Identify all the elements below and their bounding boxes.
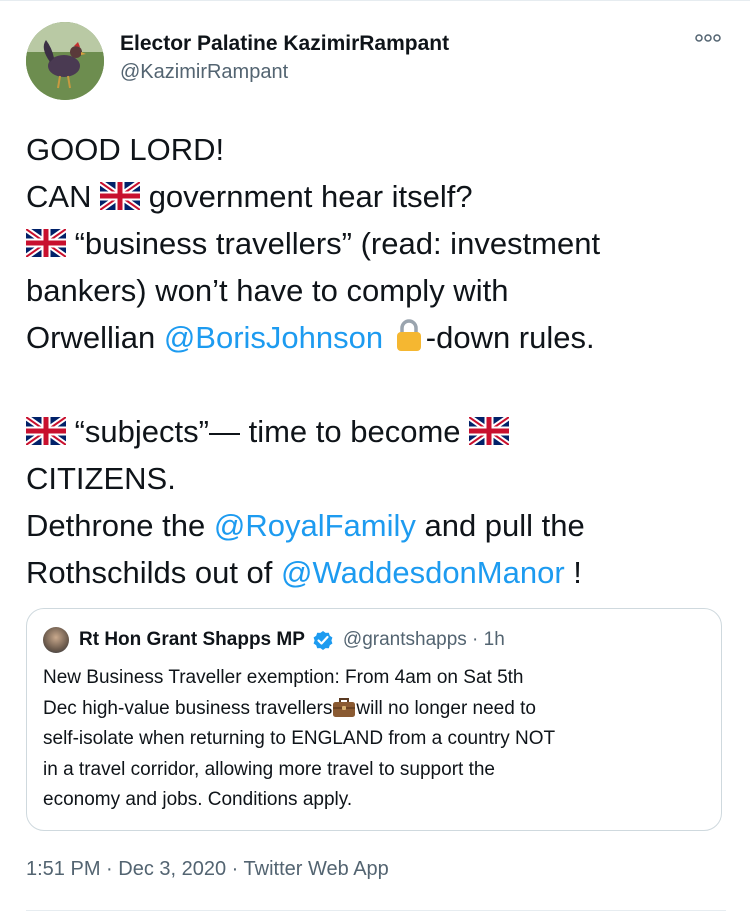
more-options-button[interactable]	[690, 26, 726, 50]
tweet-line: CITIZENS.	[26, 455, 726, 502]
tweet-text-segment: Rothschilds out of	[26, 555, 282, 590]
quoted-author-name: Rt Hon Grant Shapps MP	[79, 629, 305, 650]
tweet-line: Dethrone the @RoyalFamily and pull the	[26, 502, 726, 549]
tweet-text-segment: GOOD LORD!	[26, 132, 225, 167]
tweet-text-segment: -down rules.	[425, 320, 595, 355]
lock-icon	[396, 319, 421, 351]
tweet-line: GOOD LORD!	[26, 126, 726, 173]
tweet-text-segment: “subjects”— time to become	[66, 414, 470, 449]
tweet-date[interactable]: Dec 3, 2020	[118, 858, 226, 880]
tweet-source[interactable]: Twitter Web App	[244, 858, 389, 880]
tweet-text-segment: CAN	[26, 179, 101, 214]
tweet-line: bankers) won’t have to comply with	[26, 267, 726, 314]
author-name[interactable]: Elector Palatine KazimirRampant	[120, 30, 449, 58]
uk-flag-icon	[100, 182, 140, 210]
tweet-line: CAN government hear itself?	[26, 173, 726, 220]
tweet-text-segment: Dethrone the	[26, 508, 214, 543]
tweet-line: “subjects”— time to become	[26, 408, 726, 455]
bottom-divider	[26, 910, 726, 911]
author-avatar[interactable]	[26, 22, 104, 100]
tweet-line: Orwellian @BorisJohnson -down rules.	[26, 314, 726, 361]
tweet-text-segment: government hear itself?	[140, 179, 473, 214]
quoted-line: in a travel corridor, allowing more trav…	[43, 758, 495, 780]
tweet-line: Rothschilds out of @WaddesdonManor !	[26, 549, 726, 596]
tweet-line: “business travellers” (read: investment	[26, 220, 726, 267]
more-dots-icon	[695, 34, 721, 42]
tweet-text-segment: bankers) won’t have to comply with	[26, 273, 509, 308]
tweet-text-segment: and pull the	[415, 508, 585, 543]
quoted-tweet-header: Rt Hon Grant Shapps MP @grantshapps · 1h	[43, 625, 505, 655]
uk-flag-icon	[26, 417, 66, 445]
meta-separator: ·	[100, 858, 119, 880]
author-handle[interactable]: @KazimirRampant	[120, 58, 449, 86]
quoted-text-segment: will no longer need to	[356, 697, 536, 719]
uk-flag-icon	[469, 417, 509, 445]
mention-link-borisjohnson[interactable]: @BorisJohnson	[164, 320, 383, 355]
verified-badge-icon	[313, 631, 333, 650]
meta-separator: ·	[226, 858, 244, 880]
tweet-time[interactable]: 1:51 PM	[26, 858, 100, 880]
tweet-text-segment: “business travellers” (read: investment	[66, 226, 601, 261]
quoted-tweet[interactable]: Rt Hon Grant Shapps MP @grantshapps · 1h…	[26, 608, 722, 831]
author-info: Elector Palatine KazimirRampant @Kazimir…	[120, 30, 449, 86]
quoted-text-segment: Dec high-value business travellers	[43, 697, 333, 719]
quoted-line: New Business Traveller exemption: From 4…	[43, 667, 524, 688]
briefcase-icon	[333, 697, 356, 717]
tweet-text-segment: !	[564, 555, 582, 590]
tweet-text-segment: CITIZENS.	[26, 461, 176, 496]
tweet-meta: 1:51 PM · Dec 3, 2020 · Twitter Web App	[26, 858, 389, 881]
quoted-line: self-isolate when returning to ENGLAND f…	[43, 728, 556, 749]
quoted-author-handle-time: @grantshapps · 1h	[342, 629, 505, 650]
tweet-text: GOOD LORD! CAN government hear itself? “…	[26, 126, 726, 596]
mention-link-royalfamily[interactable]: @RoyalFamily	[214, 508, 416, 543]
tweet-text-segment: Orwellian	[26, 320, 164, 355]
quoted-author-avatar	[43, 627, 69, 653]
uk-flag-icon	[26, 229, 66, 257]
rooster-avatar-icon	[26, 22, 104, 100]
quoted-tweet-text: New Business Traveller exemption: From 4…	[43, 663, 711, 816]
quoted-line: Dec high-value business travellers will n…	[43, 694, 711, 725]
top-divider	[0, 0, 750, 1]
mention-link-waddesdonmanor[interactable]: @WaddesdonManor	[281, 555, 565, 590]
tweet-header: Elector Palatine KazimirRampant @Kazimir…	[26, 22, 726, 104]
quoted-line: economy and jobs. Conditions apply.	[43, 789, 353, 810]
